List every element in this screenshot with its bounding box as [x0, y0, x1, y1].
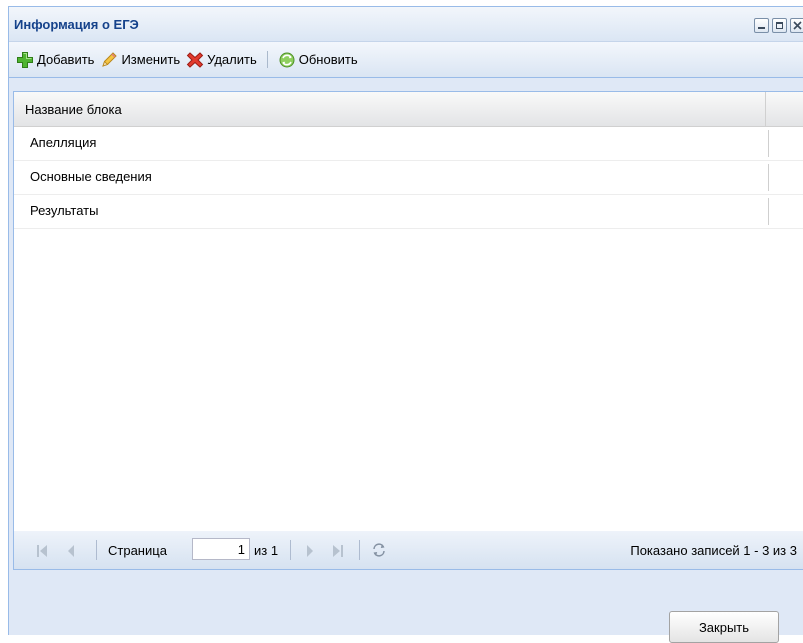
pencil-icon	[102, 51, 118, 67]
maximize-icon[interactable]	[772, 18, 787, 33]
delete-button[interactable]: Удалить	[183, 48, 260, 72]
cell-divider	[768, 164, 769, 191]
grid-header[interactable]: Название блока	[14, 92, 803, 127]
toolbar-separator	[266, 51, 268, 68]
table-row[interactable]: Основные сведения	[14, 161, 803, 195]
red-x-icon	[186, 51, 204, 68]
delete-label: Удалить	[207, 52, 257, 67]
page-label: Страница	[108, 543, 167, 558]
prev-page-icon[interactable]	[66, 544, 76, 558]
table-cell: Основные сведения	[30, 169, 152, 184]
edit-button[interactable]: Изменить	[97, 48, 183, 72]
pager-separator	[96, 540, 97, 560]
minimize-icon[interactable]	[754, 18, 769, 33]
green-plus-icon	[17, 51, 33, 68]
paging-toolbar: Страница из 1 Показано записей 1 - 3 из …	[13, 531, 803, 570]
close-button[interactable]: Закрыть	[669, 611, 779, 643]
column-header-block-name[interactable]: Название блока	[25, 102, 122, 117]
toolbar: Добавить Изменить Удалить Обновить	[9, 42, 803, 78]
window-title: Информация о ЕГЭ	[14, 17, 139, 32]
column-divider[interactable]	[765, 92, 766, 126]
records-status: Показано записей 1 - 3 из 3	[630, 543, 797, 558]
refresh-button[interactable]: Обновить	[275, 48, 361, 72]
edit-label: Изменить	[121, 52, 181, 67]
pager-separator	[290, 540, 291, 560]
cell-divider	[768, 130, 769, 157]
table-cell: Апелляция	[30, 135, 97, 150]
window-titlebar[interactable]: Информация о ЕГЭ	[9, 7, 803, 42]
table-row[interactable]: Результаты	[14, 195, 803, 229]
window-tools	[754, 18, 803, 33]
green-refresh-icon	[279, 52, 295, 67]
page-number-input[interactable]	[192, 538, 250, 560]
next-page-icon[interactable]	[305, 544, 315, 558]
refresh-label: Обновить	[298, 52, 358, 67]
last-page-icon[interactable]	[332, 544, 344, 558]
first-page-icon[interactable]	[36, 544, 48, 558]
cell-divider	[768, 198, 769, 225]
table-row[interactable]: Апелляция	[14, 127, 803, 161]
refresh-page-icon[interactable]	[370, 541, 388, 559]
data-grid: Название блока Апелляция Основные сведен…	[13, 91, 803, 532]
add-button[interactable]: Добавить	[13, 48, 97, 72]
close-icon[interactable]	[790, 18, 803, 33]
add-label: Добавить	[37, 52, 95, 67]
page-count-label: из 1	[254, 543, 279, 558]
table-cell: Результаты	[30, 203, 99, 218]
pager-separator	[359, 540, 360, 560]
